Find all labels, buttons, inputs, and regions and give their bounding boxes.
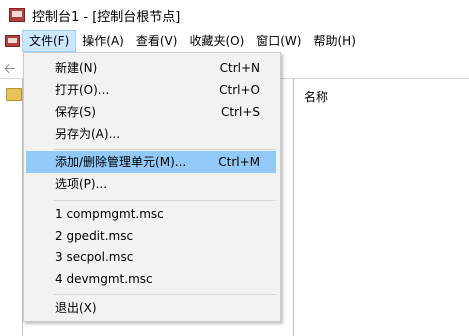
- menu-item-label: 1 compmgmt.msc: [55, 207, 164, 221]
- menu-item-shortcut: Ctrl+N: [219, 61, 260, 75]
- menu-help[interactable]: 帮助(H): [307, 30, 361, 52]
- menu-separator: [54, 149, 276, 150]
- menu-action[interactable]: 操作(A): [76, 30, 130, 52]
- menu-item-label: 新建(N): [55, 61, 98, 75]
- menu-item-recent-4[interactable]: 4 devmgmt.msc: [26, 268, 276, 290]
- menu-separator: [54, 200, 276, 201]
- menu-file[interactable]: 文件(F): [22, 30, 77, 52]
- result-pane: 名称: [294, 79, 469, 336]
- menu-item-new[interactable]: 新建(N) Ctrl+N: [26, 57, 276, 79]
- menu-item-label: 4 devmgmt.msc: [55, 272, 153, 286]
- menu-separator: [54, 294, 276, 295]
- menu-item-recent-1[interactable]: 1 compmgmt.msc: [26, 203, 276, 225]
- menu-item-label: 退出(X): [55, 301, 97, 315]
- menu-bar: 文件(F) 操作(A) 查看(V) 收藏夹(O) 窗口(W) 帮助(H): [0, 30, 469, 52]
- menu-item-label: 3 secpol.msc: [55, 250, 134, 264]
- menu-item-open[interactable]: 打开(O)... Ctrl+O: [26, 79, 276, 101]
- menu-item-label: 打开(O)...: [55, 83, 110, 97]
- menu-item-label: 选项(P)...: [55, 177, 108, 191]
- menu-item-save-as[interactable]: 另存为(A)...: [26, 123, 276, 145]
- pane-splitter[interactable]: [280, 79, 294, 336]
- menu-item-shortcut: Ctrl+M: [218, 155, 260, 169]
- menu-item-shortcut: Ctrl+S: [220, 105, 260, 119]
- mmc-console-icon: [8, 7, 25, 23]
- menu-view[interactable]: 查看(V): [130, 30, 184, 52]
- menu-item-label: 2 gpedit.msc: [55, 229, 134, 243]
- menu-item-save[interactable]: 保存(S) Ctrl+S: [26, 101, 276, 123]
- window-title: 控制台1 - [控制台根节点]: [32, 9, 181, 25]
- folder-icon[interactable]: [6, 88, 22, 101]
- menu-item-options[interactable]: 选项(P)...: [26, 173, 276, 195]
- menu-item-recent-3[interactable]: 3 secpol.msc: [26, 246, 276, 268]
- menu-item-label: 保存(S): [55, 105, 96, 119]
- menu-item-add-remove-snapin[interactable]: 添加/删除管理单元(M)... Ctrl+M: [26, 151, 276, 173]
- title-bar: 控制台1 - [控制台根节点]: [0, 0, 469, 31]
- menu-window[interactable]: 窗口(W): [250, 30, 307, 52]
- menu-favorites[interactable]: 收藏夹(O): [183, 30, 250, 52]
- system-menu-icon[interactable]: [4, 33, 20, 49]
- menu-item-label: 添加/删除管理单元(M)...: [55, 155, 187, 169]
- file-menu-dropdown: 新建(N) Ctrl+N 打开(O)... Ctrl+O 保存(S) Ctrl+…: [23, 52, 281, 322]
- menu-item-label: 另存为(A)...: [55, 127, 121, 141]
- menu-item-exit[interactable]: 退出(X): [26, 297, 276, 319]
- console-tree-pane: [0, 79, 23, 336]
- menu-item-shortcut: Ctrl+O: [219, 83, 260, 97]
- menu-item-recent-2[interactable]: 2 gpedit.msc: [26, 225, 276, 247]
- name-column-header[interactable]: 名称: [304, 88, 328, 105]
